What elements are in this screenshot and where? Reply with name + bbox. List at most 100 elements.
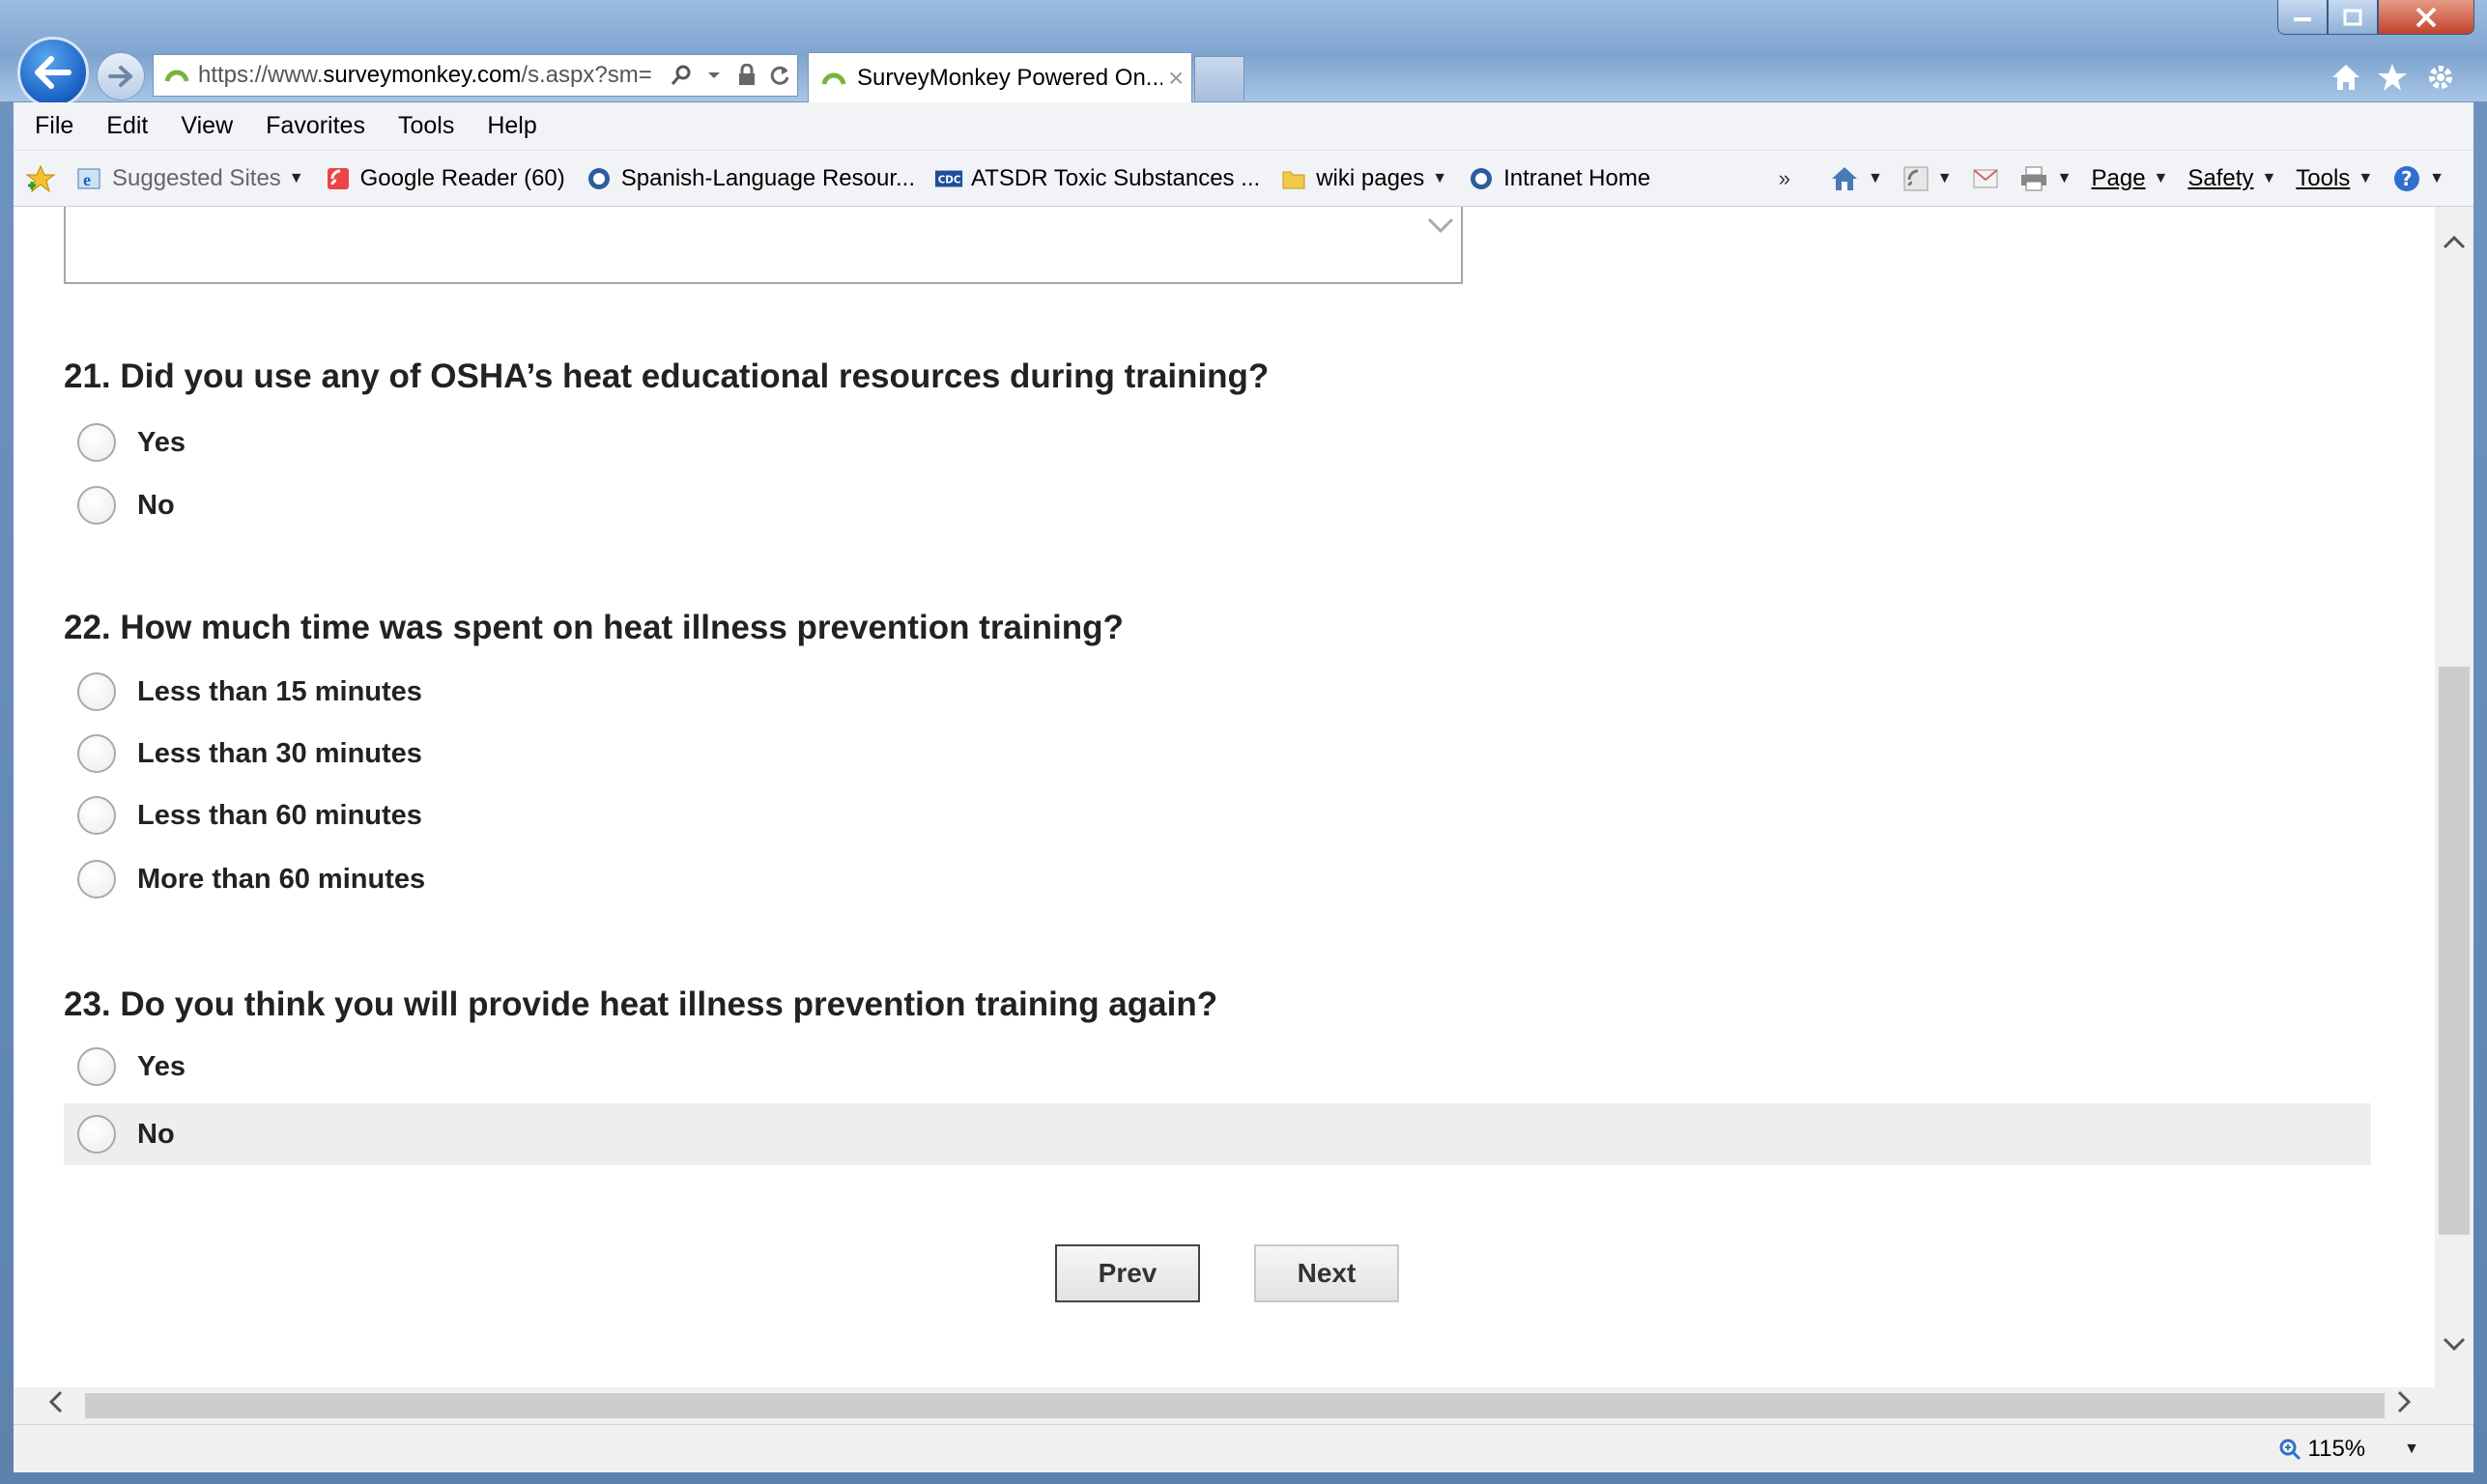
favorites-add-icon[interactable] [25,164,56,193]
q21-option-yes[interactable]: Yes [64,412,2371,473]
tools-menu-button[interactable]: Tools ▼ [2296,165,2373,192]
lock-icon[interactable] [733,62,760,89]
globe-icon [585,164,614,193]
tab-surveymonkey[interactable]: SurveyMonkey Powered On... × [808,52,1192,102]
menu-help[interactable]: Help [487,112,536,140]
maximize-button[interactable] [2328,0,2378,35]
menu-file[interactable]: File [35,112,73,140]
browser-window: https://www.surveymonkey.com/s.aspx?sm= … [0,0,2487,1484]
prev-button[interactable]: Prev [1055,1244,1200,1302]
radio-button[interactable] [77,672,116,711]
radio-button[interactable] [77,734,116,773]
option-label: No [137,489,175,521]
read-mail-button[interactable] [1972,167,1999,190]
scroll-down-icon[interactable] [2435,1327,2473,1358]
dropdown-arrow-icon: ▼ [2153,170,2169,186]
q23-option-yes[interactable]: Yes [64,1036,2371,1098]
tab-close-icon[interactable]: × [1168,63,1184,94]
search-icon[interactable] [668,62,695,89]
address-url[interactable]: https://www.surveymonkey.com/s.aspx?sm= [198,62,662,89]
vertical-scroll-thumb[interactable] [2439,667,2470,1235]
feeds-command-button[interactable]: ▼ [1902,165,1953,192]
safety-menu-button[interactable]: Safety ▼ [2187,165,2276,192]
fav-intranet-home[interactable]: Intranet Home [1467,164,1650,193]
scroll-up-icon[interactable] [2435,226,2473,257]
minimize-icon [2294,16,2311,21]
dropdown-arrow-icon[interactable]: ▼ [2404,1441,2419,1458]
option-label: Less than 60 minutes [137,799,422,831]
menu-tools[interactable]: Tools [398,112,454,140]
mail-icon [1973,169,1998,188]
favorites-bar: e Suggested Sites ▼ Google Reader (60) Sp… [14,151,2473,207]
dropdown-arrow-icon[interactable]: ▼ [289,170,304,187]
radio-button[interactable] [77,1047,116,1086]
home-icon[interactable] [2325,56,2367,99]
q22-option-more-60[interactable]: More than 60 minutes [64,848,2371,910]
q23-option-no[interactable]: No [64,1103,2371,1165]
option-label: Less than 15 minutes [137,675,422,707]
radio-button[interactable] [77,423,116,462]
back-button[interactable] [17,37,89,108]
menu-view[interactable]: View [181,112,233,140]
fav-wiki-pages[interactable]: wiki pages ▼ [1279,164,1447,193]
q22-option-less-60[interactable]: Less than 60 minutes [64,785,2371,846]
horizontal-scroll-thumb[interactable] [85,1393,2385,1418]
address-bar[interactable]: https://www.surveymonkey.com/s.aspx?sm= [153,54,798,97]
dropdown-arrow-icon: ▼ [2429,170,2444,186]
overflow-chevron-icon[interactable]: » [1779,166,1790,191]
radio-button[interactable] [77,796,116,835]
surveymonkey-favicon-icon [821,72,846,85]
fav-suggested-sites[interactable]: e Suggested Sites ▼ [75,164,304,193]
fav-spanish-language[interactable]: Spanish-Language Resour... [585,164,915,193]
status-bar: 115% ▼ [14,1424,2473,1472]
fav-atsdr[interactable]: CDC ATSDR Toxic Substances ... [934,164,1260,193]
refresh-icon[interactable] [766,62,793,89]
dropdown-arrow-icon: ▼ [2261,170,2277,186]
favorites-star-icon[interactable] [2371,56,2414,99]
rss-icon [1903,166,1929,191]
radio-button[interactable] [77,860,116,899]
help-menu-button[interactable]: ? ▼ [2392,164,2444,193]
dropdown-arrow-icon[interactable]: ▼ [1868,170,1883,187]
new-tab-button[interactable] [1194,56,1244,100]
page-menu-button[interactable]: Page ▼ [2091,165,2168,192]
close-window-button[interactable] [2378,0,2474,35]
radio-button[interactable] [77,1115,116,1154]
dropdown-arrow-icon[interactable]: ▼ [2057,170,2072,187]
option-label: Less than 30 minutes [137,737,422,769]
q21-option-no[interactable]: No [64,474,2371,536]
radio-button[interactable] [77,486,116,525]
help-icon: ? [2394,166,2420,191]
svg-text:?: ? [2401,167,2413,190]
folder-icon [1279,164,1308,193]
dropdown-arrow-icon[interactable] [700,62,728,89]
dropdown-arrow-icon[interactable]: ▼ [1432,170,1447,187]
previous-comment-textarea[interactable] [64,207,1463,284]
forward-button[interactable] [97,52,145,100]
question-21-title: 21. Did you use any of OSHA’s heat educa… [64,357,1270,395]
forward-arrow-icon [108,66,132,87]
horizontal-scrollbar[interactable] [14,1387,2473,1424]
vertical-scrollbar[interactable] [2435,207,2473,1387]
dropdown-arrow-icon[interactable]: ▼ [1937,170,1953,187]
command-bar: » ▼ ▼ ▼ Page ▼ Safety ▼ Tools ▼ ? ▼ [1759,151,2444,207]
chevron-down-icon [1426,211,1455,241]
q22-option-less-30[interactable]: Less than 30 minutes [64,723,2371,785]
scroll-right-icon[interactable] [2396,1387,2412,1424]
print-command-button[interactable]: ▼ [2018,165,2072,192]
menu-favorites[interactable]: Favorites [266,112,365,140]
q22-option-less-15[interactable]: Less than 15 minutes [64,661,2371,723]
option-label: More than 60 minutes [137,863,426,895]
zoom-level: 115% [2307,1435,2366,1462]
gear-icon[interactable] [2419,56,2462,99]
zoom-control[interactable]: 115% ▼ [2277,1436,2419,1463]
option-label: Yes [137,1050,186,1082]
menu-bar: File Edit View Favorites Tools Help [14,102,2473,151]
zoom-icon [2279,1439,2301,1460]
fav-google-reader[interactable]: Google Reader (60) [324,164,565,193]
minimize-button[interactable] [2277,0,2328,35]
menu-edit[interactable]: Edit [106,112,148,140]
home-command-button[interactable]: ▼ [1829,164,1883,193]
scroll-left-icon[interactable] [48,1387,64,1424]
next-button[interactable]: Next [1254,1244,1399,1302]
